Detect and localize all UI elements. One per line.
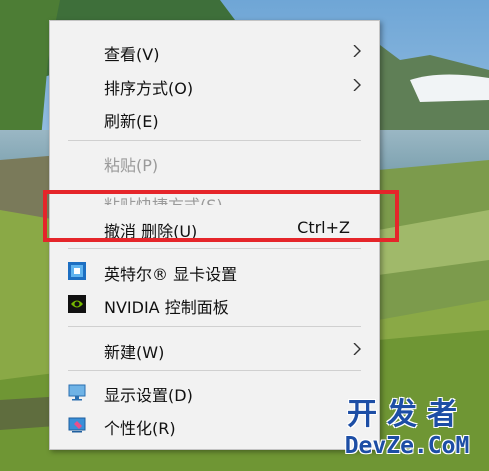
personalize-icon (68, 417, 86, 433)
watermark: 开发者 DevZe.CoM (325, 398, 489, 468)
menu-item-paste: 粘贴(P) (50, 147, 379, 177)
menu-item-label: 粘贴(P) (104, 156, 159, 175)
watermark-bottom: DevZe.CoM (344, 433, 470, 459)
menu-item-new[interactable]: 新建(W) (50, 334, 379, 364)
menu-item-label: NVIDIA 控制面板 (104, 298, 229, 317)
menu-item-label: 英特尔® 显卡设置 (104, 265, 238, 284)
menu-item-view[interactable]: 查看(V) (50, 36, 379, 66)
chevron-right-icon (353, 45, 361, 57)
highlight-annotation-box (43, 190, 399, 242)
menu-item-label: 查看(V) (104, 45, 160, 64)
menu-separator (68, 248, 361, 249)
menu-item-intel-graphics[interactable]: 英特尔® 显卡设置 (50, 256, 379, 286)
menu-item-label: 排序方式(O) (104, 79, 194, 98)
display-settings-icon (68, 384, 86, 401)
watermark-top: 开发者 (347, 397, 467, 432)
menu-separator (68, 370, 361, 371)
menu-item-label: 刷新(E) (104, 112, 159, 131)
menu-item-label: 显示设置(D) (104, 386, 193, 405)
menu-separator (68, 140, 361, 141)
menu-item-label: 个性化(R) (104, 419, 176, 438)
chevron-right-icon (353, 79, 361, 91)
menu-item-label: 新建(W) (104, 343, 165, 362)
menu-item-nvidia-control-panel[interactable]: NVIDIA 控制面板 (50, 289, 379, 319)
menu-item-sort[interactable]: 排序方式(O) (50, 70, 379, 100)
chevron-right-icon (353, 343, 361, 355)
nvidia-icon (68, 295, 86, 313)
intel-graphics-icon (68, 262, 86, 280)
menu-separator (68, 326, 361, 327)
menu-item-refresh[interactable]: 刷新(E) (50, 103, 379, 133)
